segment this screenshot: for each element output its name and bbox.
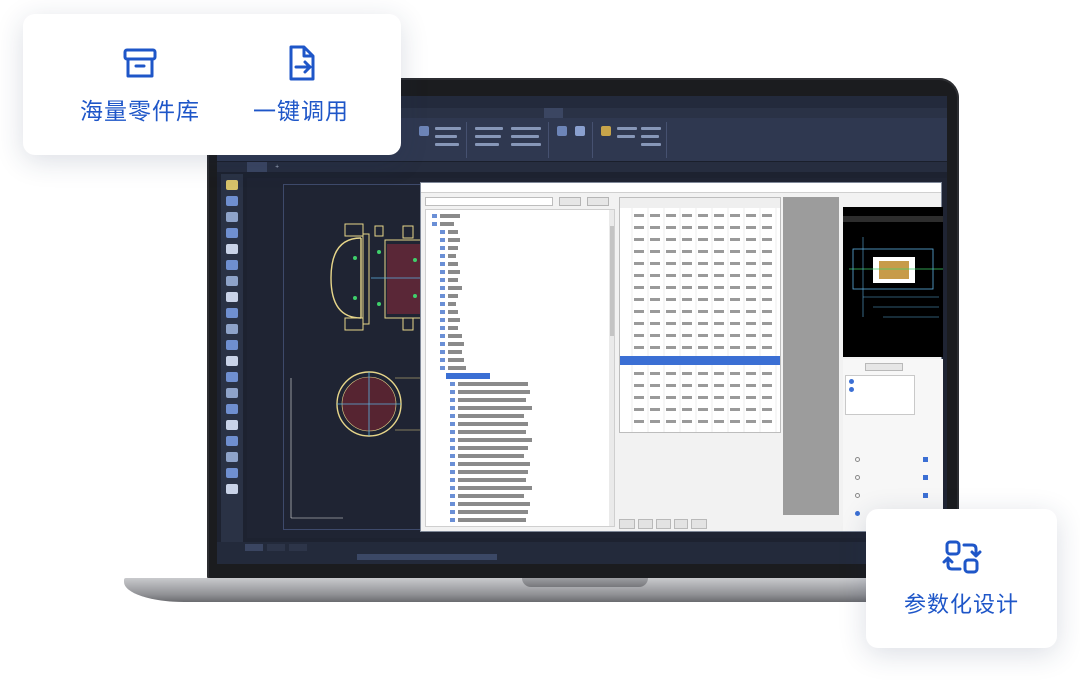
ribbon-tab[interactable] <box>526 108 542 118</box>
radio-icon[interactable] <box>855 475 860 480</box>
cad-status-bar <box>217 542 947 564</box>
ribbon-tab-active[interactable] <box>543 108 564 118</box>
dialog-tab[interactable] <box>656 519 671 529</box>
tool-icon[interactable] <box>226 356 238 366</box>
ribbon-group <box>469 122 549 158</box>
tool-icon[interactable] <box>226 420 238 430</box>
ribbon-group <box>551 122 593 158</box>
dialog-title-bar <box>421 183 941 193</box>
tool-icon[interactable] <box>226 468 238 478</box>
tool-icon[interactable] <box>226 196 238 206</box>
tool-icon[interactable] <box>226 228 238 238</box>
tool-icon[interactable] <box>226 340 238 350</box>
radio-icon[interactable] <box>849 379 854 384</box>
feature-label: 一键调用 <box>253 99 349 125</box>
dialog-tab[interactable] <box>619 519 635 529</box>
ribbon-group <box>595 122 667 158</box>
tool-icon[interactable] <box>226 452 238 462</box>
tool-icon[interactable] <box>226 436 238 446</box>
tool-icon[interactable] <box>226 276 238 286</box>
tool-icon[interactable] <box>226 260 238 270</box>
tool-icon[interactable] <box>226 404 238 414</box>
radio-icon[interactable] <box>855 511 860 516</box>
radio-icon[interactable] <box>855 457 860 462</box>
feature-label: 海量零件库 <box>80 99 200 125</box>
ribbon-tab[interactable] <box>507 108 523 118</box>
refresh-cycle-icon <box>942 540 981 574</box>
ribbon-group <box>413 122 467 158</box>
tool-icon[interactable] <box>226 244 238 254</box>
archive-box-icon <box>123 48 157 78</box>
add-tab-icon[interactable]: + <box>269 162 285 172</box>
tool-icon[interactable] <box>226 484 238 494</box>
checkbox-icon[interactable] <box>923 493 928 498</box>
dialog-tab[interactable] <box>691 519 707 529</box>
dialog-search-button[interactable] <box>559 197 581 206</box>
laptop-notch <box>522 578 648 587</box>
document-tabs: + <box>217 162 947 172</box>
options-list[interactable] <box>845 375 915 415</box>
ribbon-tab[interactable] <box>471 108 487 118</box>
part-options-panel <box>843 359 943 531</box>
ribbon-tab[interactable] <box>489 108 505 118</box>
tool-icon[interactable] <box>226 180 238 190</box>
ribbon-tab[interactable] <box>452 108 468 118</box>
feature-parametric: 参数化设计 <box>886 537 1037 619</box>
part-preview <box>843 207 943 357</box>
layout-tab[interactable] <box>267 544 285 551</box>
radio-icon[interactable] <box>855 493 860 498</box>
tree-items <box>432 210 614 526</box>
dialog-tab[interactable] <box>673 519 688 529</box>
parts-library-dialog <box>420 182 943 532</box>
checkbox-icon[interactable] <box>923 475 928 480</box>
tool-icon[interactable] <box>226 308 238 318</box>
feature-card-bottom: 参数化设计 <box>866 509 1057 648</box>
tool-icon[interactable] <box>226 388 238 398</box>
ribbon-button-icon[interactable] <box>419 126 429 136</box>
ribbon-button-icon[interactable] <box>575 126 585 136</box>
status-toggles[interactable] <box>357 554 497 560</box>
table-gray-area <box>783 197 839 515</box>
promo-stage: + 海量零件库 一键调用 参数化设计 <box>0 0 1080 680</box>
left-toolbar <box>221 174 243 544</box>
ribbon-button-icon[interactable] <box>601 126 611 136</box>
tool-icon[interactable] <box>226 292 238 302</box>
feature-card-top: 海量零件库 一键调用 <box>23 14 401 155</box>
laptop-screen: + <box>217 96 947 564</box>
checkbox-icon[interactable] <box>923 457 928 462</box>
parameter-table[interactable] <box>619 197 781 433</box>
radio-icon[interactable] <box>849 387 854 392</box>
feature-one-click: 一键调用 <box>249 44 353 126</box>
dialog-next-button[interactable] <box>587 197 609 206</box>
dialog-search-input[interactable] <box>425 197 553 206</box>
flange-preview-drawing <box>843 216 943 318</box>
model-tab[interactable] <box>245 544 263 551</box>
feature-parts-library: 海量零件库 <box>75 44 205 126</box>
document-tab[interactable] <box>247 162 267 172</box>
tool-icon[interactable] <box>226 324 238 334</box>
table-grid <box>620 198 780 432</box>
confirm-button[interactable] <box>865 363 903 371</box>
tool-icon[interactable] <box>226 212 238 222</box>
dialog-tab[interactable] <box>637 519 654 529</box>
file-export-icon <box>289 45 315 81</box>
ribbon-tab[interactable] <box>434 108 450 118</box>
ribbon-tab[interactable] <box>417 108 432 118</box>
ribbon-button-icon[interactable] <box>557 126 567 136</box>
tool-icon[interactable] <box>226 372 238 382</box>
layout-tab[interactable] <box>289 544 307 551</box>
parts-category-tree[interactable] <box>425 209 615 527</box>
feature-label: 参数化设计 <box>903 593 1019 618</box>
